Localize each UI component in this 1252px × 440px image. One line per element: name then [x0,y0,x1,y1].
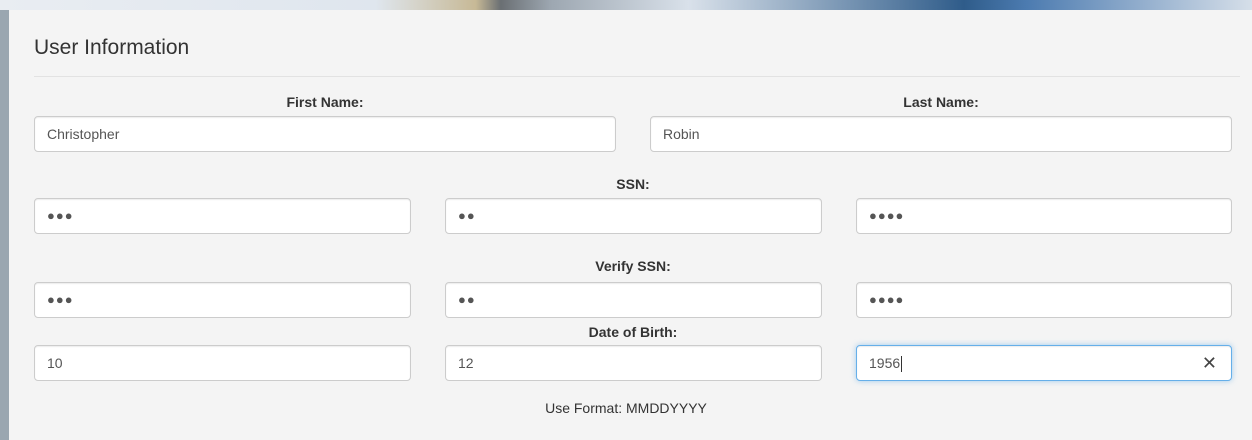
last-name-label: Last Name: [903,94,979,110]
last-name-input[interactable]: Robin [650,116,1232,152]
left-border-bar [0,10,9,440]
first-name-label: First Name: [286,94,364,110]
verify-ssn-label: Verify SSN: [595,258,671,274]
ssn-part3-input[interactable]: ●●●● [856,198,1232,234]
section-divider [34,76,1240,77]
ssn-part2-input[interactable]: ●● [445,198,822,234]
ssn-part1-input[interactable]: ●●● [34,198,411,234]
verify-ssn-part2-input[interactable]: ●● [445,282,822,318]
first-name-input[interactable]: Christopher [34,116,616,152]
ssn-label: SSN: [616,176,650,192]
top-banner-strip [0,0,1252,10]
section-title: User Information [34,36,190,59]
dob-month-input[interactable]: 10 [34,345,411,381]
dob-year-value: 1956 [869,355,901,371]
dob-day-input[interactable]: 12 [445,345,822,381]
text-caret [901,356,903,373]
date-format-hint: Use Format: MMDDYYYY [545,400,707,416]
verify-ssn-part3-input[interactable]: ●●●● [856,282,1232,318]
clear-icon[interactable]: ✕ [1202,346,1217,380]
user-information-panel: User Information First Name: Last Name: … [9,10,1252,440]
verify-ssn-part1-input[interactable]: ●●● [34,282,411,318]
dob-year-input[interactable]: 1956 ✕ [856,345,1232,381]
date-of-birth-label: Date of Birth: [588,324,678,340]
